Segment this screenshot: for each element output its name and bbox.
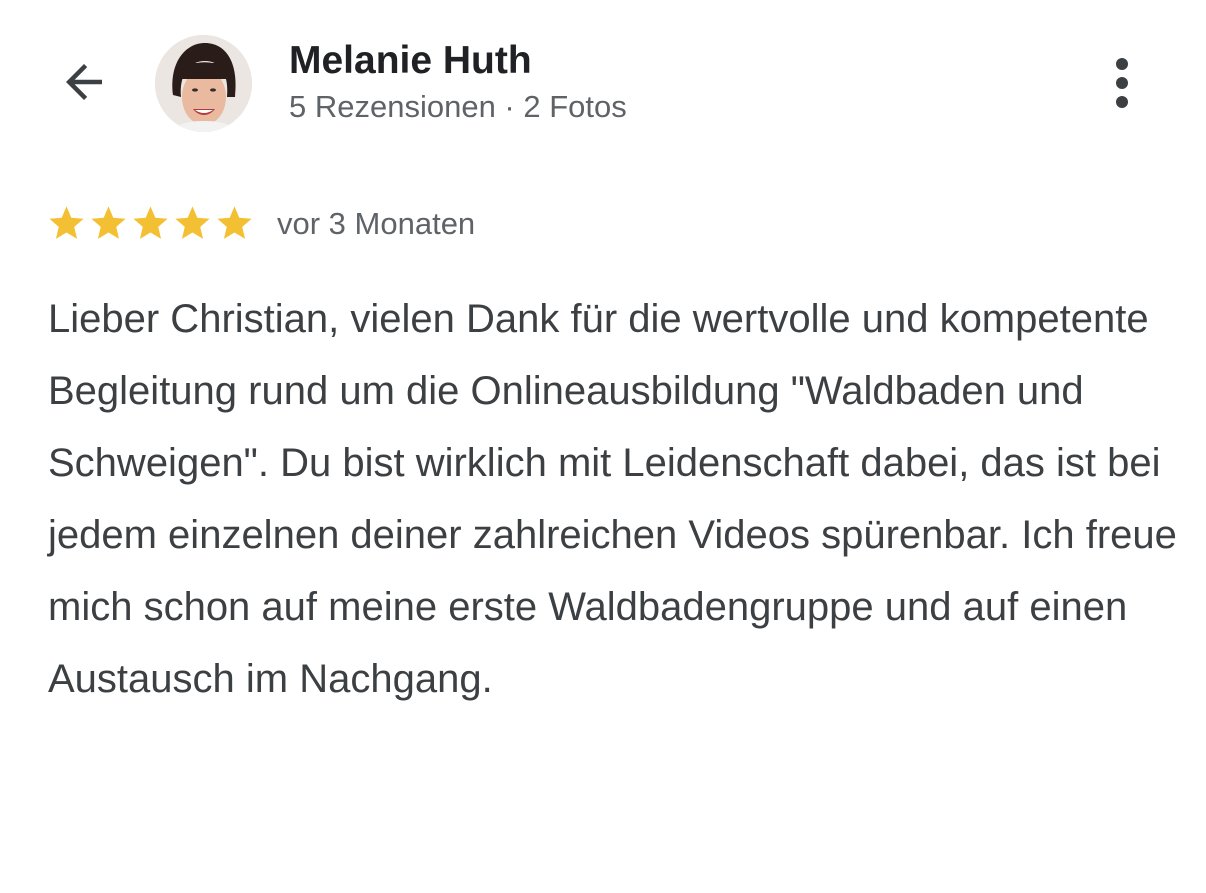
star-icon [91,206,126,239]
reviewer-name[interactable]: Melanie Huth [289,38,532,84]
review-date: vor 3 Monaten [277,206,476,241]
review-text: Lieber Christian, vielen Dank für die we… [48,297,1177,701]
star-rating [46,203,255,244]
star-icon [175,206,210,239]
more-options-button[interactable] [1097,52,1147,114]
star-icon [217,206,252,239]
profile-photo [155,35,252,132]
star-icon [133,206,168,239]
more-vertical-icon [1116,58,1128,108]
star-icon [49,206,84,239]
avatar[interactable] [155,35,252,132]
reviewer-meta: 5 Rezensionen · 2 Fotos [289,89,627,124]
back-button[interactable] [48,52,120,112]
arrow-back-icon [66,64,102,100]
